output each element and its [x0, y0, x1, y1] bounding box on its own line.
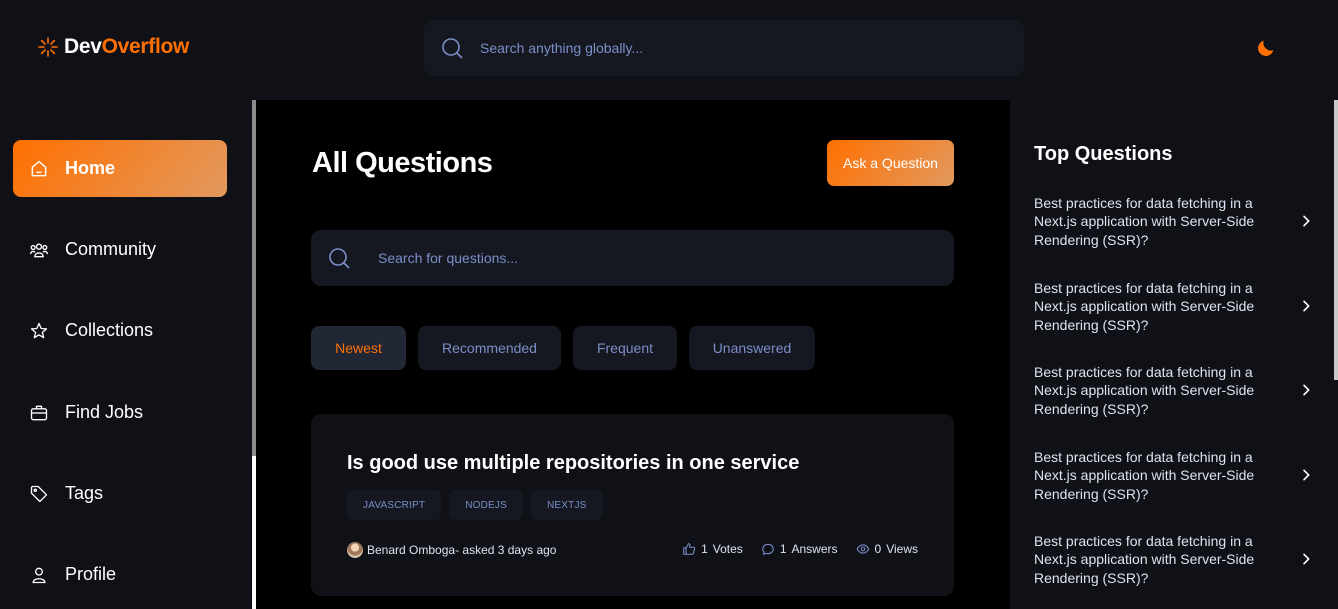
- scrollbar-thumb[interactable]: [1334, 100, 1338, 380]
- sidebar-item-label: Community: [65, 239, 157, 259]
- search-icon: [329, 248, 350, 269]
- question-search-input[interactable]: [378, 250, 878, 266]
- author-name[interactable]: Benard Omboga: [367, 543, 455, 557]
- thumbs-up-icon: [683, 543, 696, 555]
- answers-count: 1: [779, 542, 787, 556]
- sidebar-item-label: Profile: [65, 564, 117, 584]
- top-question-text[interactable]: Best practices for data fetching in a Ne…: [1034, 279, 1274, 334]
- filter-newest[interactable]: Newest: [311, 326, 406, 370]
- question-title[interactable]: Is good use multiple repositories in one…: [347, 452, 799, 475]
- views-stat: 0 Views: [856, 542, 918, 556]
- answers-stat: 1 Answers: [761, 542, 838, 556]
- main-content: All Questions Ask a Question Newest Reco…: [256, 100, 1010, 609]
- tag-icon: [29, 484, 49, 504]
- views-label: Views: [886, 542, 918, 556]
- chevron-right-icon[interactable]: [1298, 467, 1314, 483]
- filter-unanswered[interactable]: Unanswered: [689, 326, 815, 370]
- right-scrollbar[interactable]: [1334, 100, 1338, 609]
- sidebar-item-find-jobs[interactable]: Find Jobs: [13, 384, 227, 441]
- answers-label: Answers: [791, 542, 838, 556]
- tag-badge[interactable]: nodejs: [449, 490, 523, 520]
- asked-time: - asked 3 days ago: [455, 543, 557, 557]
- star-icon: [29, 321, 49, 341]
- sidebar-item-tags[interactable]: Tags: [13, 465, 227, 522]
- top-question-text[interactable]: Best practices for data fetching in a Ne…: [1034, 532, 1274, 587]
- avatar[interactable]: [347, 542, 363, 558]
- top-questions-title: Top Questions: [1034, 143, 1173, 165]
- top-question-item[interactable]: Best practices for data fetching in a Ne…: [1034, 532, 1314, 587]
- chevron-right-icon[interactable]: [1298, 213, 1314, 229]
- question-tags: javascript nodejs nextjs: [347, 490, 603, 520]
- suitcase-icon: [29, 403, 49, 423]
- sidebar-item-label: Home: [65, 158, 116, 178]
- filter-frequent[interactable]: Frequent: [573, 326, 677, 370]
- sidebar-item-collections[interactable]: Collections: [13, 302, 227, 359]
- top-question-item[interactable]: Best practices for data fetching in a Ne…: [1034, 279, 1314, 334]
- top-question-item[interactable]: Best practices for data fetching in a Ne…: [1034, 194, 1314, 249]
- chevron-right-icon[interactable]: [1298, 551, 1314, 567]
- global-search-input[interactable]: [480, 40, 980, 56]
- question-card[interactable]: Is good use multiple repositories in one…: [311, 414, 954, 596]
- tag-badge[interactable]: nextjs: [530, 490, 603, 520]
- page-title: All Questions: [312, 147, 493, 179]
- votes-label: Votes: [712, 542, 743, 556]
- top-navbar: DevOverflow: [0, 0, 1338, 100]
- left-sidebar: Home Community Collections Find Jobs Tag…: [0, 100, 252, 609]
- top-question-item[interactable]: Best practices for data fetching in a Ne…: [1034, 448, 1314, 503]
- search-icon: [442, 38, 463, 59]
- sidebar-item-label: Find Jobs: [65, 402, 144, 422]
- eye-icon: [856, 544, 869, 554]
- logo-text: DevOverflow: [64, 35, 190, 58]
- users-icon: [29, 240, 49, 260]
- sidebar-item-community[interactable]: Community: [13, 221, 227, 278]
- chevron-right-icon[interactable]: [1298, 382, 1314, 398]
- sidebar-item-home[interactable]: Home: [13, 140, 227, 197]
- logo[interactable]: DevOverflow: [36, 35, 189, 59]
- chevron-right-icon[interactable]: [1298, 298, 1314, 314]
- sidebar-item-label: Tags: [65, 483, 104, 503]
- votes-count: 1: [701, 542, 708, 556]
- top-question-text[interactable]: Best practices for data fetching in a Ne…: [1034, 363, 1274, 418]
- sidebar-item-profile[interactable]: Profile: [13, 546, 227, 603]
- question-search-bar[interactable]: [311, 230, 954, 286]
- sidebar-item-label: Collections: [65, 320, 154, 340]
- top-question-item[interactable]: Best practices for data fetching in a Ne…: [1034, 363, 1314, 418]
- ask-question-button[interactable]: Ask a Question: [827, 140, 954, 186]
- home-icon: [29, 159, 49, 179]
- tag-badge[interactable]: javascript: [347, 490, 442, 520]
- moon-icon[interactable]: [1255, 37, 1277, 59]
- filter-recommended[interactable]: Recommended: [418, 326, 561, 370]
- user-icon: [29, 565, 49, 585]
- right-sidebar: Top Questions Best practices for data fe…: [1010, 100, 1334, 609]
- views-count: 0: [874, 542, 882, 556]
- logo-icon: [38, 37, 58, 57]
- global-search-bar[interactable]: [424, 20, 1024, 76]
- message-icon: [762, 543, 774, 555]
- votes-stat: 1 Votes: [682, 542, 743, 556]
- question-stats: 1 Votes 1 Answers 0 Views: [682, 542, 918, 556]
- question-meta: Benard Omboga - asked 3 days ago: [347, 542, 556, 558]
- top-question-text[interactable]: Best practices for data fetching in a Ne…: [1034, 448, 1274, 503]
- filter-tabs: Newest Recommended Frequent Unanswered: [311, 326, 815, 370]
- top-question-text[interactable]: Best practices for data fetching in a Ne…: [1034, 194, 1274, 249]
